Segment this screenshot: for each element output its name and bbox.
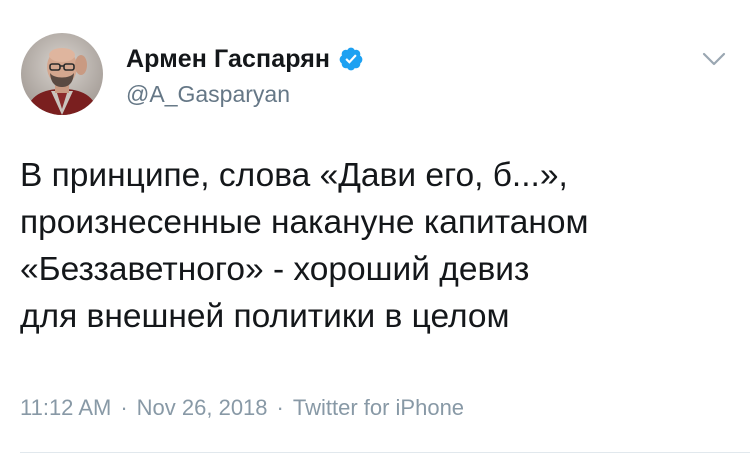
tweet-card: Армен Гаспарян @A_Gasparyan В принципе, … [0,0,750,457]
author-name-row[interactable]: Армен Гаспарян [126,42,364,76]
divider [20,452,750,453]
tweet-text-line: «Беззаветного» - хороший девиз [20,251,530,288]
tweet-source[interactable]: Twitter for iPhone [293,395,464,420]
tweet-text-line: произнесенные накануне капитаном [20,204,589,241]
author-name[interactable]: Армен Гаспарян [126,44,330,74]
meta-separator: · [120,395,128,420]
tweet-text-line: для внешней политики в целом [20,298,510,335]
verified-badge-icon [338,46,364,72]
chevron-down-icon[interactable] [702,51,726,67]
tweet-time[interactable]: 11:12 AM [20,395,111,420]
avatar[interactable] [21,33,103,115]
author-handle[interactable]: @A_Gasparyan [126,80,290,108]
tweet-date[interactable]: Nov 26, 2018 [137,395,268,420]
tweet-text-line: В принципе, слова «Дави его, б...», [20,157,568,194]
meta-separator: · [276,395,284,420]
tweet-text: В принципе, слова «Дави его, б...», прои… [20,152,735,340]
profile-photo-icon [21,33,103,115]
tweet-meta: 11:12 AM · Nov 26, 2018 · Twitter for iPhone [20,394,464,422]
